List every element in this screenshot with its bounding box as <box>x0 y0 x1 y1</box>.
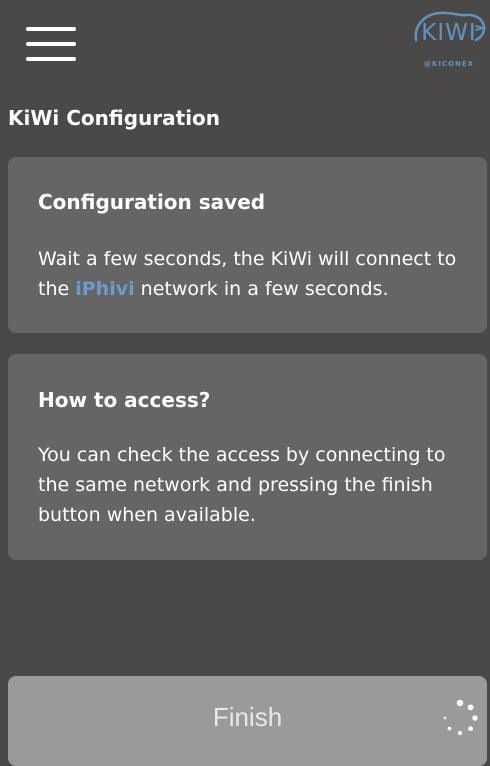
card-title: How to access? <box>38 388 211 412</box>
network-name: iPhivi <box>75 278 135 300</box>
card-text-after: network in a few seconds. <box>134 278 389 300</box>
kiwi-logo: KIWI @KICONEX <box>410 6 488 72</box>
menu-bar <box>26 42 76 46</box>
card-text: Wait a few seconds, the KiWi will connec… <box>38 244 457 304</box>
finish-button[interactable]: Finish <box>8 676 487 766</box>
menu-bar <box>26 27 76 31</box>
menu-bar <box>26 57 76 61</box>
card-text: You can check the access by connecting t… <box>38 444 446 526</box>
configuration-saved-card: Configuration saved Wait a few seconds, … <box>8 157 487 333</box>
logo-brand-text: KIWI <box>421 20 477 46</box>
finish-button-label: Finish <box>212 702 283 732</box>
logo-subtitle: @KICONEX <box>423 60 475 68</box>
hamburger-menu-icon[interactable] <box>26 27 76 61</box>
how-to-access-card: How to access? You can check the access … <box>8 354 487 560</box>
loading-spinner-icon <box>443 699 478 736</box>
page-title: KiWi Configuration <box>8 106 221 130</box>
card-title: Configuration saved <box>38 190 266 214</box>
